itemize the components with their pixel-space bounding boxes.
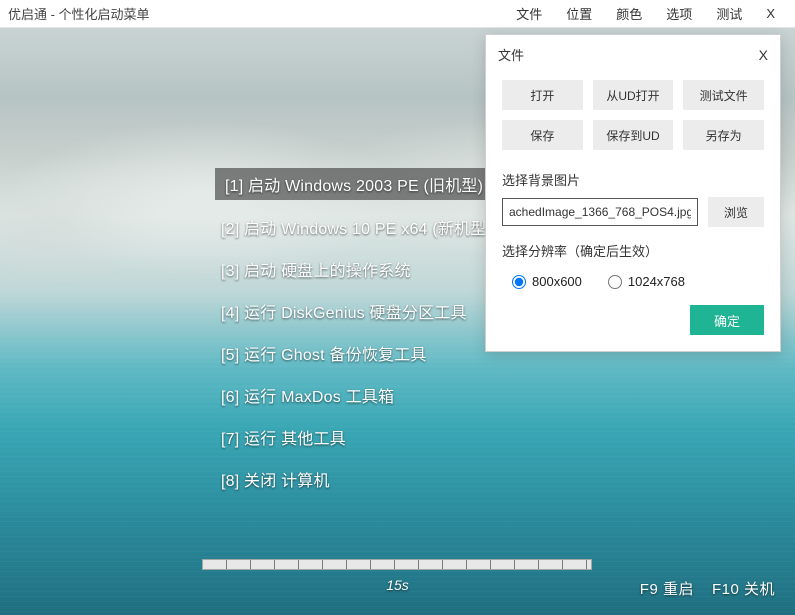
boot-item-2[interactable]: [2] 启动 Windows 10 PE x64 (新机型) (215, 212, 498, 242)
open-button[interactable]: 打开 (502, 80, 583, 110)
resolution-option-1024x768[interactable]: 1024x768 (608, 274, 685, 289)
file-panel: 文件 X 打开 从UD打开 测试文件 保存 保存到UD 另存为 选择背景图片 浏… (485, 34, 781, 352)
menu-options[interactable]: 选项 (654, 0, 704, 27)
boot-item-5[interactable]: [5] 运行 Ghost 备份恢复工具 (215, 338, 498, 368)
boot-item-4[interactable]: [4] 运行 DiskGenius 硬盘分区工具 (215, 296, 498, 326)
close-icon[interactable]: X (754, 2, 787, 25)
panel-title: 文件 (498, 45, 524, 64)
save-button[interactable]: 保存 (502, 120, 583, 150)
browse-button[interactable]: 浏览 (708, 197, 764, 227)
menu-test[interactable]: 测试 (704, 0, 754, 27)
resolution-option-800x600[interactable]: 800x600 (512, 274, 582, 289)
boot-item-1[interactable]: [1] 启动 Windows 2003 PE (旧机型) (215, 168, 498, 200)
menubar: 优启通 - 个性化启动菜单 文件 位置 颜色 选项 测试 X (0, 0, 795, 28)
window-title: 优启通 - 个性化启动菜单 (8, 4, 150, 23)
boot-item-8[interactable]: [8] 关闭 计算机 (215, 464, 498, 494)
resolution-radio-1024x768[interactable] (608, 275, 622, 289)
countdown-progress (202, 559, 592, 570)
boot-item-6[interactable]: [6] 运行 MaxDos 工具箱 (215, 380, 498, 410)
resolution-label: 选择分辨率（确定后生效） (486, 231, 780, 268)
countdown-timer: 15s (386, 577, 409, 593)
boot-item-3[interactable]: [3] 启动 硬盘上的操作系统 (215, 254, 498, 284)
hotkey-hints: F9 重启 F10 关机 (640, 578, 775, 599)
resolution-option-label: 1024x768 (628, 274, 685, 289)
save-as-button[interactable]: 另存为 (683, 120, 764, 150)
open-from-ud-button[interactable]: 从UD打开 (593, 80, 674, 110)
resolution-radio-800x600[interactable] (512, 275, 526, 289)
panel-close-icon[interactable]: X (759, 47, 768, 63)
background-image-input[interactable] (502, 198, 698, 226)
save-to-ud-button[interactable]: 保存到UD (593, 120, 674, 150)
hotkey-shutdown: F10 关机 (712, 578, 775, 599)
ok-button[interactable]: 确定 (690, 305, 764, 335)
hotkey-reboot: F9 重启 (640, 578, 694, 599)
test-file-button[interactable]: 测试文件 (683, 80, 764, 110)
menu-file[interactable]: 文件 (504, 0, 554, 27)
resolution-option-label: 800x600 (532, 274, 582, 289)
menu-color[interactable]: 颜色 (604, 0, 654, 27)
boot-item-7[interactable]: [7] 运行 其他工具 (215, 422, 498, 452)
boot-list: [1] 启动 Windows 2003 PE (旧机型) [2] 启动 Wind… (215, 168, 498, 494)
menu-position[interactable]: 位置 (554, 0, 604, 27)
background-image-label: 选择背景图片 (486, 160, 780, 197)
